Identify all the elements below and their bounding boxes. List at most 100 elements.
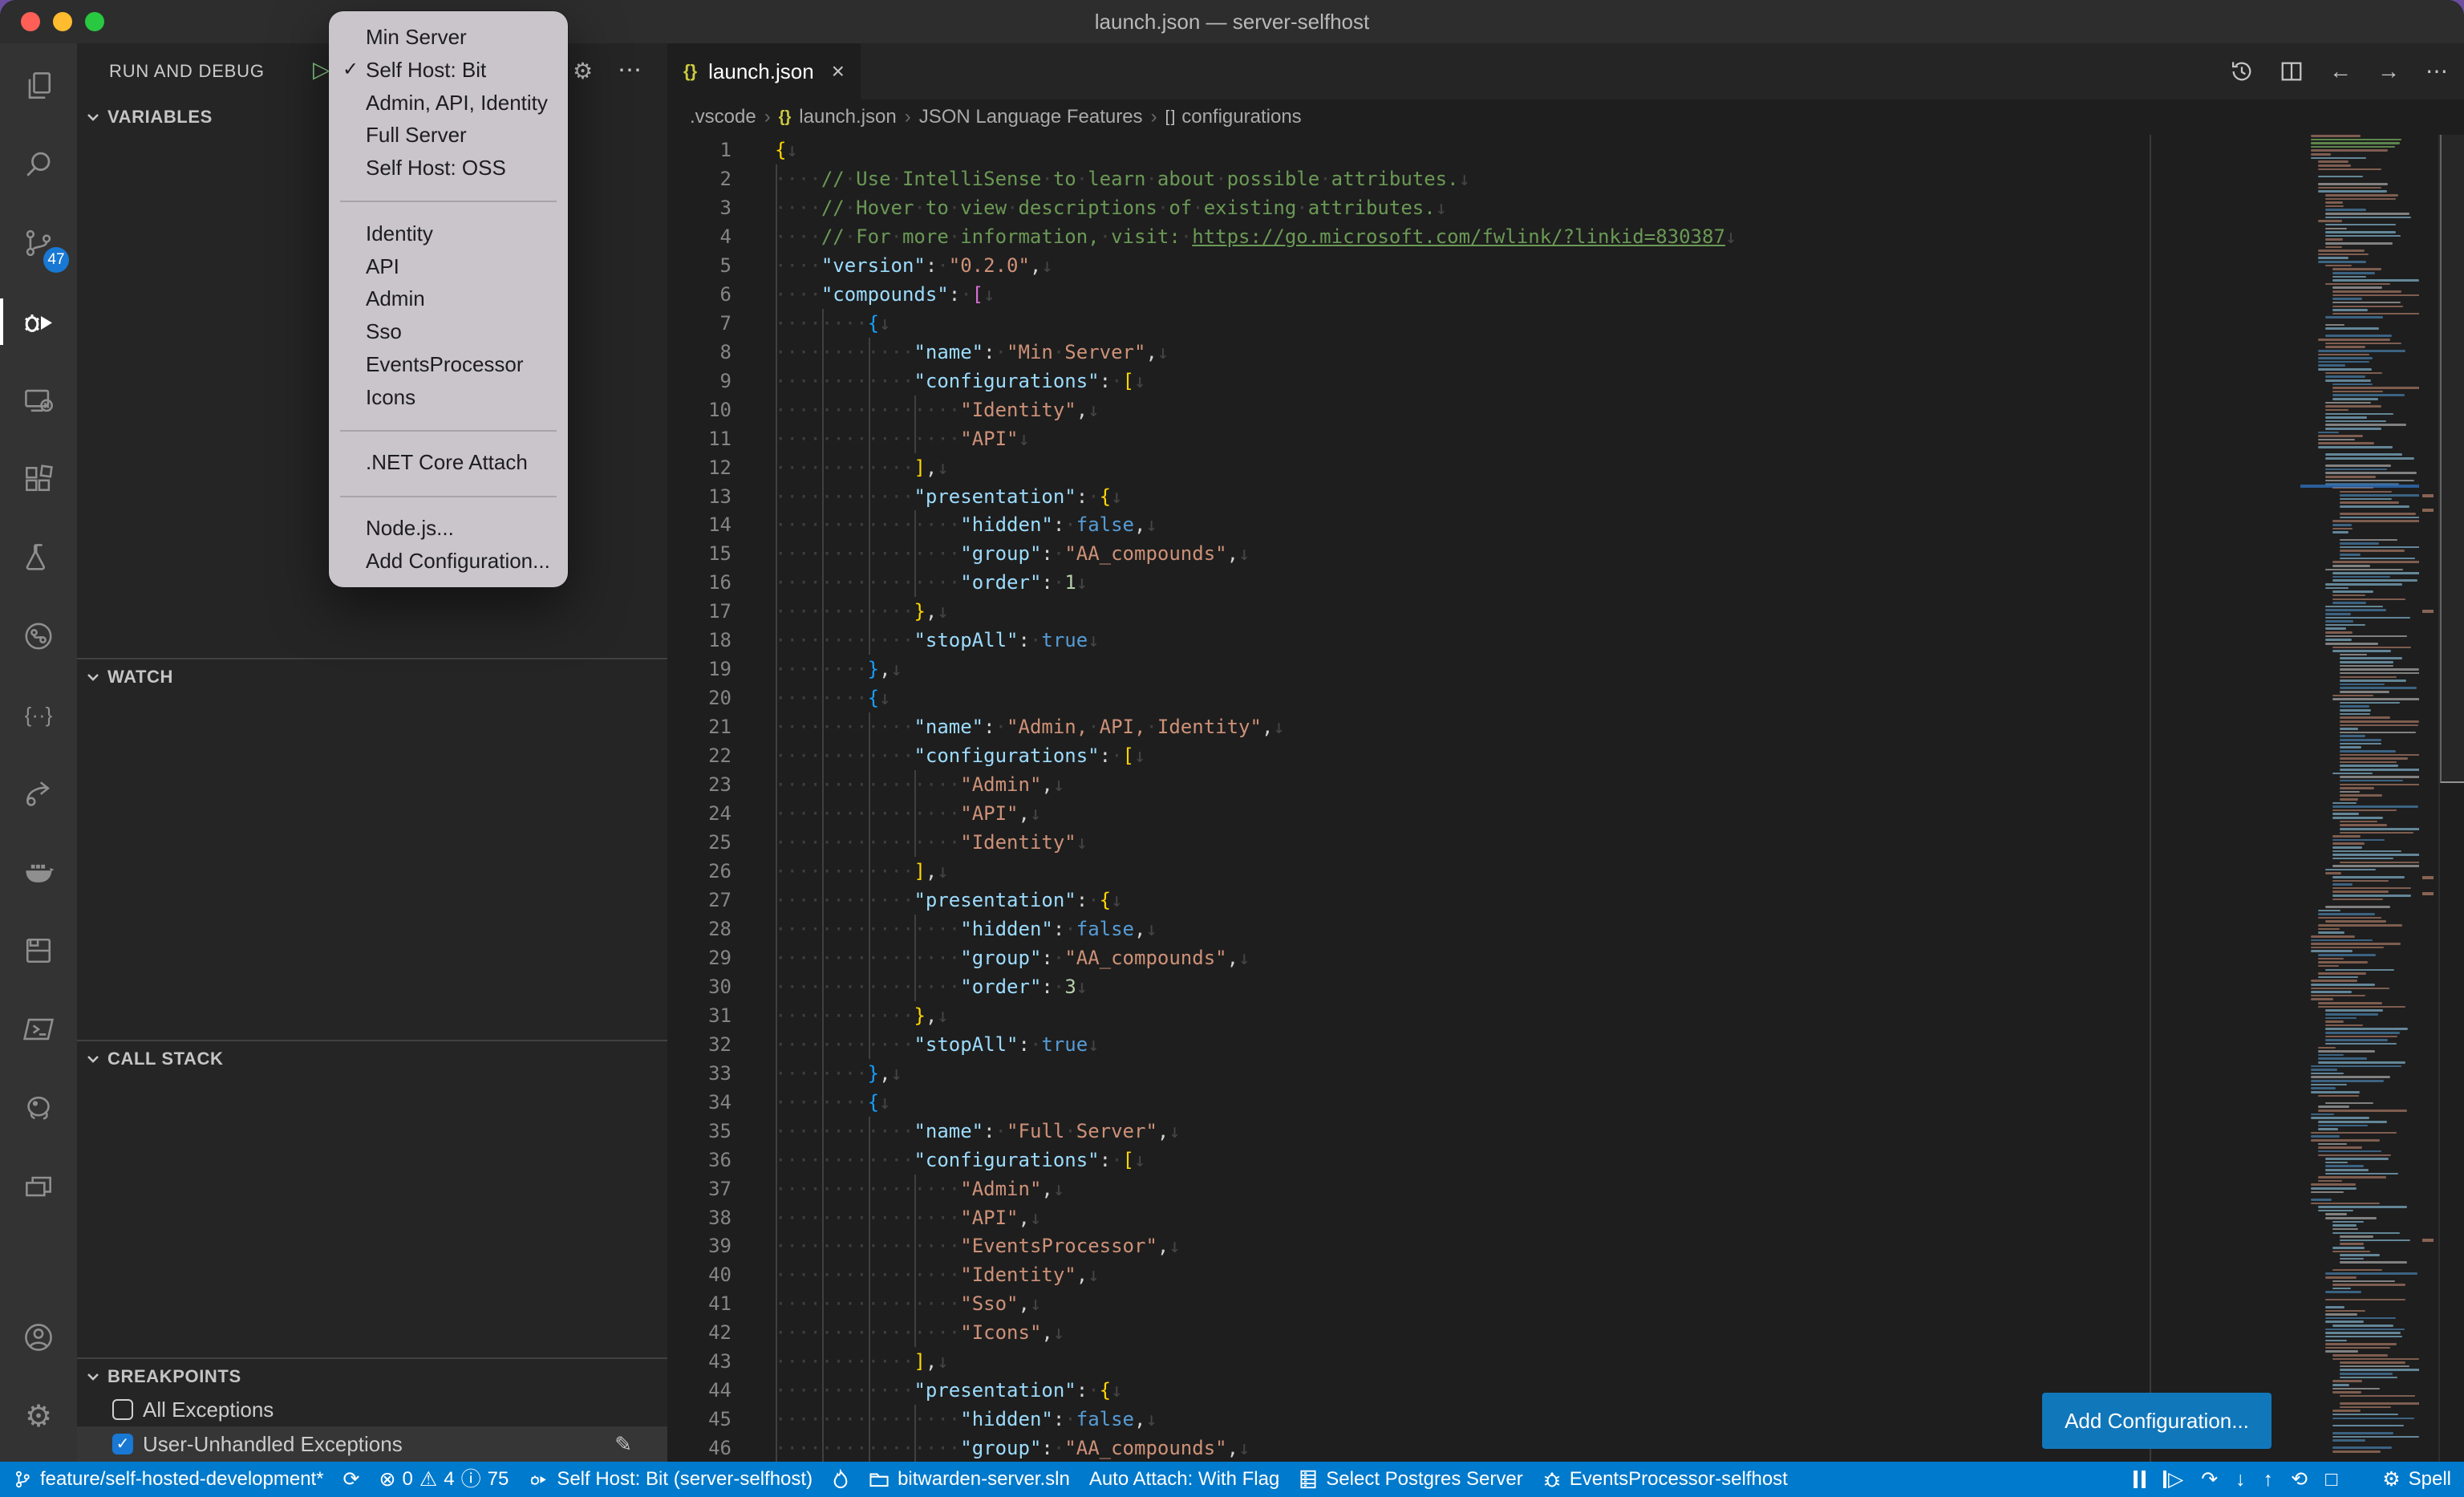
activity-extensions-icon[interactable] bbox=[0, 440, 77, 518]
tab-launch-json[interactable]: {} launch.json × bbox=[667, 43, 861, 99]
menu-item-sso[interactable]: Sso bbox=[329, 315, 568, 348]
minimap-line bbox=[2325, 617, 2410, 619]
minimap-line bbox=[2340, 1361, 2405, 1364]
tab-close-icon[interactable]: × bbox=[832, 59, 845, 84]
end-of-line-marker: ↓ bbox=[1088, 1264, 1099, 1286]
menu-item-full-server[interactable]: Full Server bbox=[329, 119, 568, 152]
pause-icon[interactable] bbox=[2134, 1471, 2146, 1488]
checkbox-checked[interactable]: ✓ bbox=[112, 1434, 133, 1454]
restart-icon[interactable]: ⟲ bbox=[2291, 1470, 2308, 1490]
views-more-actions-icon[interactable]: ⋯ bbox=[618, 43, 642, 99]
flame-status[interactable] bbox=[832, 1469, 849, 1490]
menu-item-api[interactable]: API bbox=[329, 250, 568, 283]
debug-settings-gear-icon[interactable]: ⚙ bbox=[573, 43, 593, 99]
activity-windows-icon[interactable] bbox=[0, 1147, 77, 1226]
minimap[interactable] bbox=[2300, 135, 2419, 1462]
menu-item-node-js[interactable]: Node.js... bbox=[329, 512, 568, 545]
stop-icon[interactable]: □ bbox=[2325, 1470, 2337, 1490]
breadcrumb-folder[interactable]: .vscode bbox=[690, 106, 756, 128]
breakpoint-all-exceptions[interactable]: All Exceptions bbox=[77, 1393, 667, 1426]
minimap-line bbox=[2332, 1251, 2370, 1253]
breadcrumb-file[interactable]: launch.json bbox=[799, 106, 896, 128]
events-processor-status[interactable]: EventsProcessor-selfhost bbox=[1542, 1468, 1788, 1491]
edit-breakpoint-pencil-icon[interactable]: ✎ bbox=[614, 1432, 632, 1457]
section-watch[interactable]: WATCH bbox=[77, 659, 667, 695]
activity-postgresql-icon[interactable] bbox=[0, 1069, 77, 1147]
git-branch-status[interactable]: feature/self-hosted-development* bbox=[13, 1468, 324, 1491]
split-editor-icon[interactable] bbox=[2280, 59, 2304, 83]
minimap-line bbox=[2318, 1206, 2407, 1208]
menu-item-min-server[interactable]: Min Server bbox=[329, 21, 568, 54]
activity-docker-icon[interactable] bbox=[0, 833, 77, 911]
section-breakpoints[interactable]: BREAKPOINTS bbox=[77, 1359, 667, 1394]
spell-checker-status[interactable]: ⚙ Spell bbox=[2382, 1468, 2451, 1491]
menu-item-self-host-bit[interactable]: ✓Self Host: Bit bbox=[329, 54, 568, 87]
add-configuration-button[interactable]: Add Configuration... bbox=[2042, 1393, 2272, 1449]
debug-target-status[interactable]: Self Host: Bit (server-selfhost) bbox=[528, 1468, 813, 1491]
end-of-line-marker: ↓ bbox=[1088, 1033, 1099, 1056]
auto-attach-status[interactable]: Auto Attach: With Flag bbox=[1089, 1468, 1279, 1491]
code-line: ················"Icons",↓ bbox=[775, 1318, 1064, 1347]
sync-changes-status[interactable]: ⟳ bbox=[343, 1470, 360, 1490]
start-debugging-icon[interactable]: ▷ bbox=[313, 56, 330, 83]
activity-explorer-icon[interactable] bbox=[0, 47, 77, 125]
step-out-icon[interactable]: ↑ bbox=[2263, 1470, 2274, 1490]
solution-status[interactable]: bitwarden-server.sln bbox=[869, 1468, 1070, 1491]
activity-git-graph-icon[interactable] bbox=[0, 597, 77, 675]
menu-item-admin[interactable]: Admin bbox=[329, 282, 568, 315]
errors-icon: ⊗ bbox=[379, 1470, 396, 1490]
more-actions-icon[interactable]: ⋯ bbox=[2426, 60, 2448, 83]
spell-label: Spell bbox=[2409, 1468, 2451, 1491]
activity-testing-icon[interactable] bbox=[0, 518, 77, 597]
minimap-line bbox=[2340, 746, 2361, 748]
navigate-forward-icon[interactable]: → bbox=[2377, 60, 2400, 83]
menu-item-self-host-oss[interactable]: Self Host: OSS bbox=[329, 152, 568, 185]
minimap-line bbox=[2332, 528, 2353, 530]
activity-braces-extension-icon[interactable]: {··} bbox=[0, 675, 77, 754]
breakpoint-user-unhandled[interactable]: ✓ User-Unhandled Exceptions ✎ bbox=[77, 1426, 667, 1462]
minimap-line bbox=[2318, 954, 2376, 956]
step-into-icon[interactable]: ↓ bbox=[2235, 1470, 2246, 1490]
minimap-line bbox=[2318, 1050, 2375, 1053]
menu-item-net-core-attach[interactable]: .NET Core Attach bbox=[329, 446, 568, 479]
minimap-line bbox=[2311, 1117, 2369, 1119]
problems-status[interactable]: ⊗ 0 ⚠ 4 ⓘ 75 bbox=[379, 1468, 509, 1491]
scrollbar-thumb[interactable] bbox=[2440, 135, 2464, 783]
settings-gear-icon[interactable]: ⚙ bbox=[0, 1377, 77, 1455]
minimap-line bbox=[2311, 980, 2357, 982]
menu-item-label: Identity bbox=[366, 221, 433, 245]
minimap-line bbox=[2325, 1102, 2373, 1105]
activity-remote-explorer-icon[interactable] bbox=[0, 361, 77, 440]
menu-item-icons[interactable]: Icons bbox=[329, 381, 568, 414]
activity-source-control-icon[interactable]: 47 bbox=[0, 204, 77, 282]
accounts-icon[interactable] bbox=[0, 1298, 77, 1377]
activity-powershell-icon[interactable] bbox=[0, 990, 77, 1069]
menu-item-add-configuration[interactable]: Add Configuration... bbox=[329, 545, 568, 578]
activity-search-icon[interactable] bbox=[0, 125, 77, 204]
checkbox-unchecked[interactable] bbox=[112, 1399, 133, 1420]
end-of-line-marker: ↓ bbox=[1459, 168, 1470, 190]
activity-share-icon[interactable] bbox=[0, 754, 77, 833]
timeline-history-icon[interactable] bbox=[2230, 59, 2254, 83]
code-editor[interactable]: {↓····//·Use·IntelliSense·to·learn·about… bbox=[775, 135, 2299, 1462]
navigate-back-icon[interactable]: ← bbox=[2329, 60, 2352, 83]
postgres-status[interactable]: Select Postgres Server bbox=[1299, 1468, 1522, 1491]
minimap-line bbox=[2325, 639, 2352, 641]
menu-item-admin-api-identity[interactable]: Admin, API, Identity bbox=[329, 87, 568, 120]
activity-run-debug-icon[interactable] bbox=[0, 282, 77, 361]
section-call-stack[interactable]: CALL STACK bbox=[77, 1041, 667, 1077]
end-of-line-marker: ↓ bbox=[1725, 225, 1737, 248]
menu-item-identity[interactable]: Identity bbox=[329, 217, 568, 250]
continue-icon[interactable]: ▷ bbox=[2163, 1470, 2183, 1490]
activity-storage-icon[interactable] bbox=[0, 911, 77, 990]
end-of-line-marker: ↓ bbox=[1145, 918, 1157, 940]
code-line: ············],↓ bbox=[775, 857, 949, 886]
minimap-line bbox=[2325, 606, 2383, 608]
menu-item-eventsprocessor[interactable]: EventsProcessor bbox=[329, 348, 568, 381]
editor-scrollbar[interactable] bbox=[2438, 135, 2464, 1462]
breadcrumb-provider[interactable]: JSON Language Features bbox=[919, 106, 1143, 128]
breadcrumb-symbol[interactable]: configurations bbox=[1181, 106, 1301, 128]
code-line: ····//·For·more·information,·visit:·http… bbox=[775, 222, 1737, 251]
step-over-icon[interactable]: ↷ bbox=[2201, 1470, 2218, 1490]
end-of-line-marker: ↓ bbox=[1030, 1292, 1041, 1315]
